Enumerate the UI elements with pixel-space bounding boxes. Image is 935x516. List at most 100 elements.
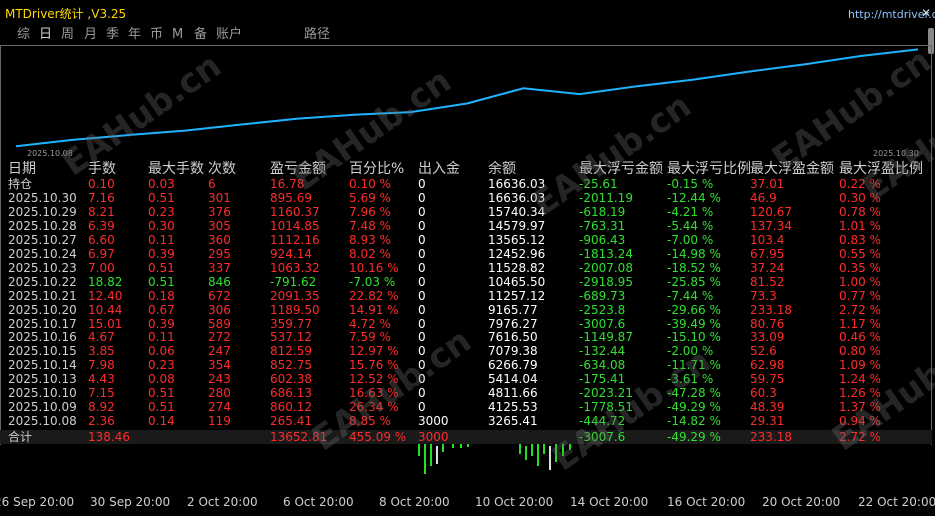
column-header-count[interactable]: 次数	[208, 161, 236, 177]
cell-count: 589	[208, 316, 231, 331]
table-row[interactable]: 2025.10.08 2.36 0.14 119 265.41 8.85 % 3000 326…	[0, 414, 932, 428]
cell-count: 306	[208, 302, 231, 317]
cell-max-fp-pct: 0.35 %	[839, 260, 881, 275]
tab-8[interactable]: 备	[194, 27, 207, 43]
column-header-balance[interactable]: 余额	[488, 161, 516, 177]
cell-date: 2025.10.14	[8, 358, 77, 373]
tab-3[interactable]: 月	[84, 27, 97, 43]
total-max-dd: -3007.6	[579, 430, 626, 444]
cell-max-fp: 81.52	[750, 274, 785, 289]
cell-max-fp-pct: 1.24 %	[839, 372, 881, 387]
table-row[interactable]: 2025.10.23 7.00 0.51 337 1063.32 10.16 % 0 1152…	[0, 261, 932, 275]
cell-lots: 8.21	[88, 204, 115, 219]
total-max-fp-pct: 2.72 %	[839, 430, 881, 444]
cell-lots: 15.01	[88, 316, 123, 331]
table-row[interactable]: 2025.10.20 10.44 0.67 306 1189.50 14.91 % 0 916…	[0, 303, 932, 317]
table-row[interactable]: 2025.10.22 18.82 0.51 846 -791.62 -7.03 % 0 104…	[0, 275, 932, 289]
cell-balance: 7616.50	[488, 330, 538, 345]
cell-balance: 7976.27	[488, 316, 538, 331]
cell-max-dd-pct: -2.00 %	[667, 344, 714, 359]
cell-pct: 8.85 %	[349, 414, 391, 429]
cell-max-dd-pct: -0.15 %	[667, 177, 714, 191]
total-pnl: 13652.81	[270, 430, 328, 444]
table-row[interactable]: 2025.10.14 7.98 0.23 354 852.75 15.76 % 0 6266.…	[0, 358, 932, 372]
table-row[interactable]: 2025.10.30 7.16 0.51 301 895.69 5.69 % 0 16636.…	[0, 191, 932, 205]
tab-7[interactable]: M	[172, 27, 183, 43]
tab-0[interactable]: 综	[17, 27, 30, 43]
column-header-io[interactable]: 出入金	[418, 161, 460, 177]
equity-curve-chart	[15, 48, 919, 148]
cell-lots: 8.92	[88, 400, 115, 415]
cell-balance: 7079.38	[488, 344, 538, 359]
cell-pct: 7.48 %	[349, 218, 391, 233]
cell-max-fp-pct: 0.55 %	[839, 246, 881, 261]
cell-max-lots: 0.11	[148, 330, 175, 345]
cell-max-fp-pct: 1.17 %	[839, 316, 881, 331]
tab-4[interactable]: 季	[106, 27, 119, 43]
table-row[interactable]: 2025.10.10 7.15 0.51 280 686.13 16.63 % 0 4811.…	[0, 386, 932, 400]
cell-max-dd-pct: -25.85 %	[667, 274, 721, 289]
cell-date: 2025.10.16	[8, 330, 77, 345]
cell-pct: 0.10 %	[349, 177, 391, 191]
table-row[interactable]: 2025.10.09 8.92 0.51 274 860.12 26.34 % 0 4125.…	[0, 400, 932, 414]
column-header-date[interactable]: 日期	[8, 161, 36, 177]
cell-max-lots: 0.67	[148, 302, 175, 317]
table-row[interactable]: 2025.10.24 6.97 0.39 295 924.14 8.02 % 0 12452.…	[0, 247, 932, 261]
cell-max-dd-pct: -14.82 %	[667, 414, 721, 429]
cell-date: 2025.10.30	[8, 190, 77, 205]
tab-2[interactable]: 周	[61, 27, 74, 43]
cell-max-dd-pct: -18.52 %	[667, 260, 721, 275]
cell-date: 2025.10.29	[8, 204, 77, 219]
cell-max-fp: 62.98	[750, 358, 785, 373]
column-header-max-lots[interactable]: 最大手数	[148, 161, 204, 177]
tab-10[interactable]: 路径	[304, 27, 330, 43]
cell-max-fp-pct: 0.83 %	[839, 232, 881, 247]
cell-date: 2025.10.15	[8, 344, 77, 359]
cell-date: 2025.10.10	[8, 386, 77, 401]
column-header-pct[interactable]: 百分比%	[349, 161, 404, 177]
table-row[interactable]: 2025.10.28 6.39 0.30 305 1014.85 7.48 % 0 14579…	[0, 219, 932, 233]
time-axis-label: 2 Oct 20:00	[187, 495, 258, 509]
cell-balance: 16636.03	[488, 177, 546, 191]
tab-9[interactable]: 账户	[216, 27, 242, 43]
table-row[interactable]: 2025.10.27 6.60 0.11 360 1112.16 8.93 % 0 13565…	[0, 233, 932, 247]
cell-balance: 12452.96	[488, 246, 546, 261]
cell-count: 274	[208, 400, 231, 415]
cell-max-fp-pct: 1.37 %	[839, 400, 881, 415]
cell-count: 337	[208, 260, 231, 275]
table-row[interactable]: 2025.10.16 4.67 0.11 272 537.12 7.59 % 0 7616.5…	[0, 330, 932, 344]
cell-max-fp: 73.3	[750, 288, 777, 303]
tab-5[interactable]: 年	[128, 27, 141, 43]
cell-lots: 3.85	[88, 344, 115, 359]
table-row[interactable]: 2025.10.13 4.43 0.08 243 602.38 12.52 % 0 5414.…	[0, 372, 932, 386]
cell-max-dd: -132.44	[579, 344, 626, 359]
column-header-max-fp-pct[interactable]: 最大浮盈比例	[839, 161, 923, 177]
cell-balance: 5414.04	[488, 372, 538, 387]
cell-max-fp: 52.6	[750, 344, 777, 359]
cell-pct: 5.69 %	[349, 190, 391, 205]
cell-lots: 10.44	[88, 302, 123, 317]
cell-date: 2025.10.09	[8, 400, 77, 415]
holding-row[interactable]: 持仓 0.10 0.03 6 16.78 0.10 % 0 16636.03 -25.61 -0.…	[0, 177, 932, 191]
cell-max-lots: 0.51	[148, 400, 175, 415]
column-header-max-fp[interactable]: 最大浮盈金额	[750, 161, 834, 177]
table-row[interactable]: 2025.10.15 3.85 0.06 247 812.59 12.97 % 0 7079.…	[0, 344, 932, 358]
cell-count: 280	[208, 386, 231, 401]
column-header-max-dd[interactable]: 最大浮亏金额	[579, 161, 663, 177]
cell-count: 301	[208, 190, 231, 205]
table-row[interactable]: 2025.10.29 8.21 0.23 376 1160.37 7.96 % 0 15740…	[0, 205, 932, 219]
time-axis-label: 30 Sep 20:00	[90, 495, 171, 509]
cell-io: 0	[418, 288, 426, 303]
cell-io: 0	[418, 344, 426, 359]
title-bar: MTDriver统计 ,V3.25 http://mtdriver.com ✕	[0, 0, 935, 28]
cell-count: 360	[208, 232, 231, 247]
table-row[interactable]: 2025.10.17 15.01 0.39 589 359.77 4.72 % 0 7976.…	[0, 317, 932, 331]
table-row[interactable]: 2025.10.21 12.40 0.18 672 2091.35 22.82 % 0 112…	[0, 289, 932, 303]
column-header-pnl[interactable]: 盈亏金额	[270, 161, 326, 177]
tab-1[interactable]: 日	[39, 27, 52, 43]
column-header-lots[interactable]: 手数	[88, 161, 116, 177]
close-icon[interactable]: ✕	[919, 5, 933, 21]
column-header-max-dd-pct[interactable]: 最大浮亏比例	[667, 161, 751, 177]
cell-balance: 15740.34	[488, 204, 546, 219]
tab-6[interactable]: 币	[150, 27, 163, 43]
